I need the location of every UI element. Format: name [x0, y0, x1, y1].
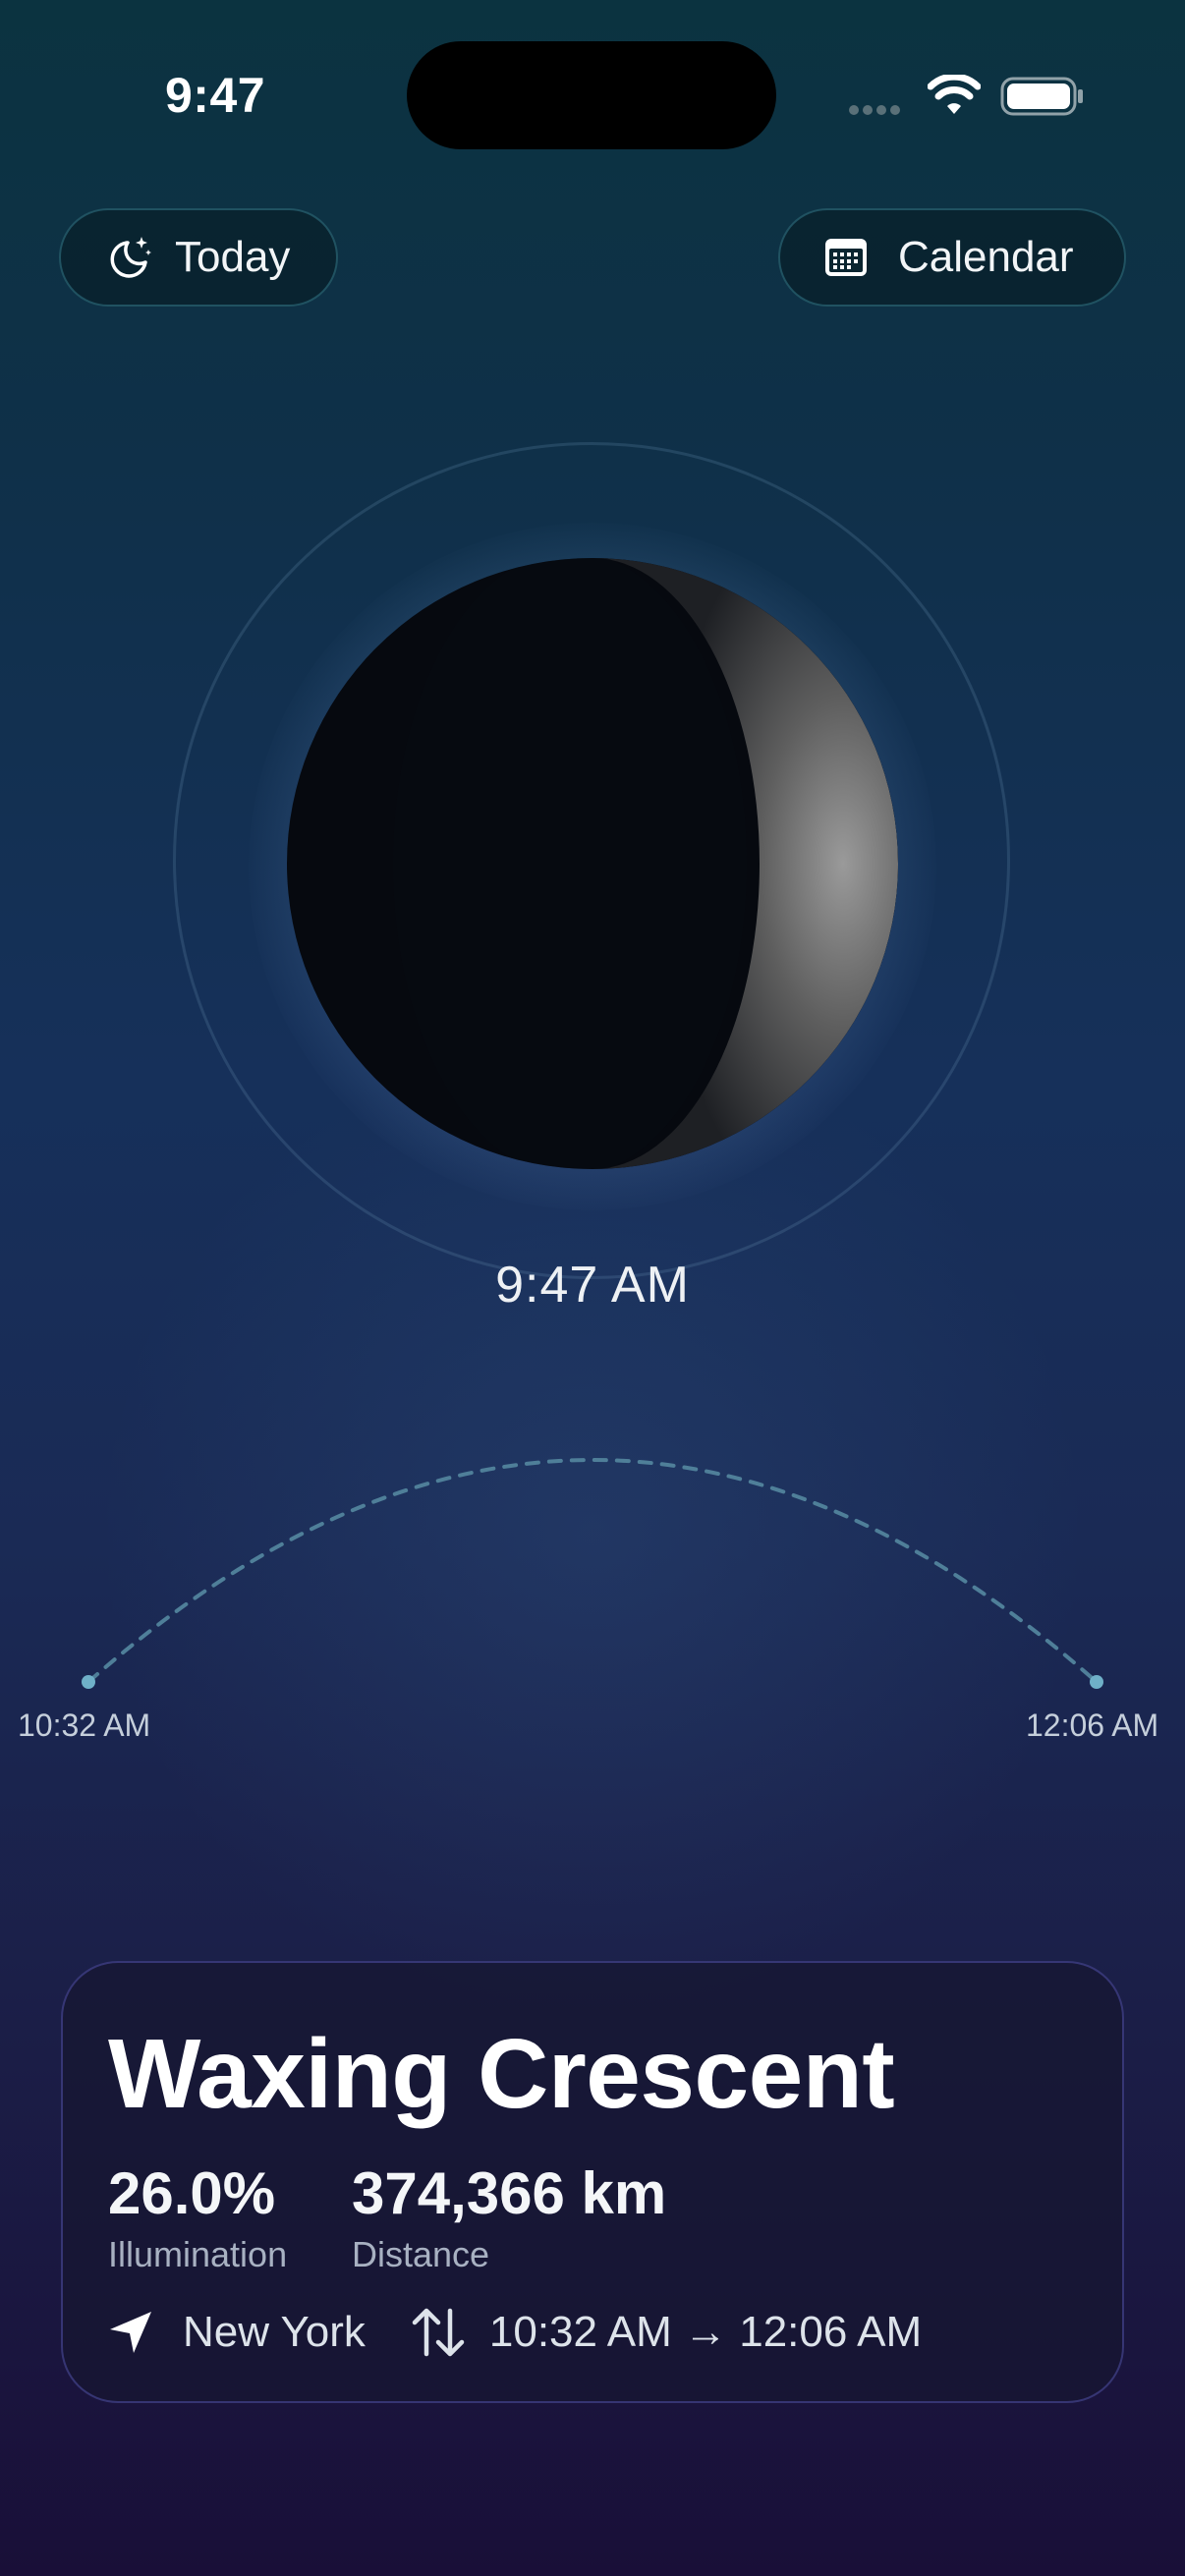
distance-label: Distance	[352, 2234, 490, 2274]
location-row: New York 10:32 AM → 12:06 AM	[108, 2307, 922, 2358]
wifi-icon	[928, 75, 981, 114]
today-button[interactable]: Today	[59, 208, 338, 307]
location-arrow-icon	[110, 2312, 151, 2353]
illumination-label: Illumination	[108, 2234, 288, 2274]
moon-phase-image	[287, 558, 898, 1169]
signal-icon	[849, 102, 904, 120]
arrows-up-down-icon	[412, 2308, 465, 2357]
today-button-label: Today	[175, 233, 291, 281]
dynamic-island	[407, 41, 776, 149]
moon-path-arc	[82, 1458, 1103, 1689]
phase-name: Waxing Crescent	[108, 2019, 895, 2129]
moonset-marker	[1090, 1675, 1103, 1689]
calendar-button-label: Calendar	[898, 233, 1074, 281]
distance-value: 374,366 km	[352, 2160, 667, 2226]
moon-info-card[interactable]: Waxing Crescent 26.0% Illumination 374,3…	[61, 1961, 1124, 2403]
battery-icon	[1000, 77, 1083, 116]
current-time-label: 9:47 AM	[495, 1257, 690, 1314]
location-name: New York	[183, 2308, 366, 2356]
moon-stars-icon	[110, 237, 151, 278]
moonrise-time-label: 10:32 AM	[18, 1708, 151, 1743]
moonset-time-label: 12:06 AM	[1026, 1708, 1159, 1743]
calendar-icon	[825, 239, 867, 276]
moonrise-marker	[82, 1675, 95, 1689]
rise-set-range: 10:32 AM → 12:06 AM	[488, 2308, 923, 2356]
status-bar-time: 9:47	[165, 68, 266, 123]
calendar-button[interactable]: Calendar	[778, 208, 1126, 307]
illumination-value: 26.0%	[108, 2160, 276, 2226]
